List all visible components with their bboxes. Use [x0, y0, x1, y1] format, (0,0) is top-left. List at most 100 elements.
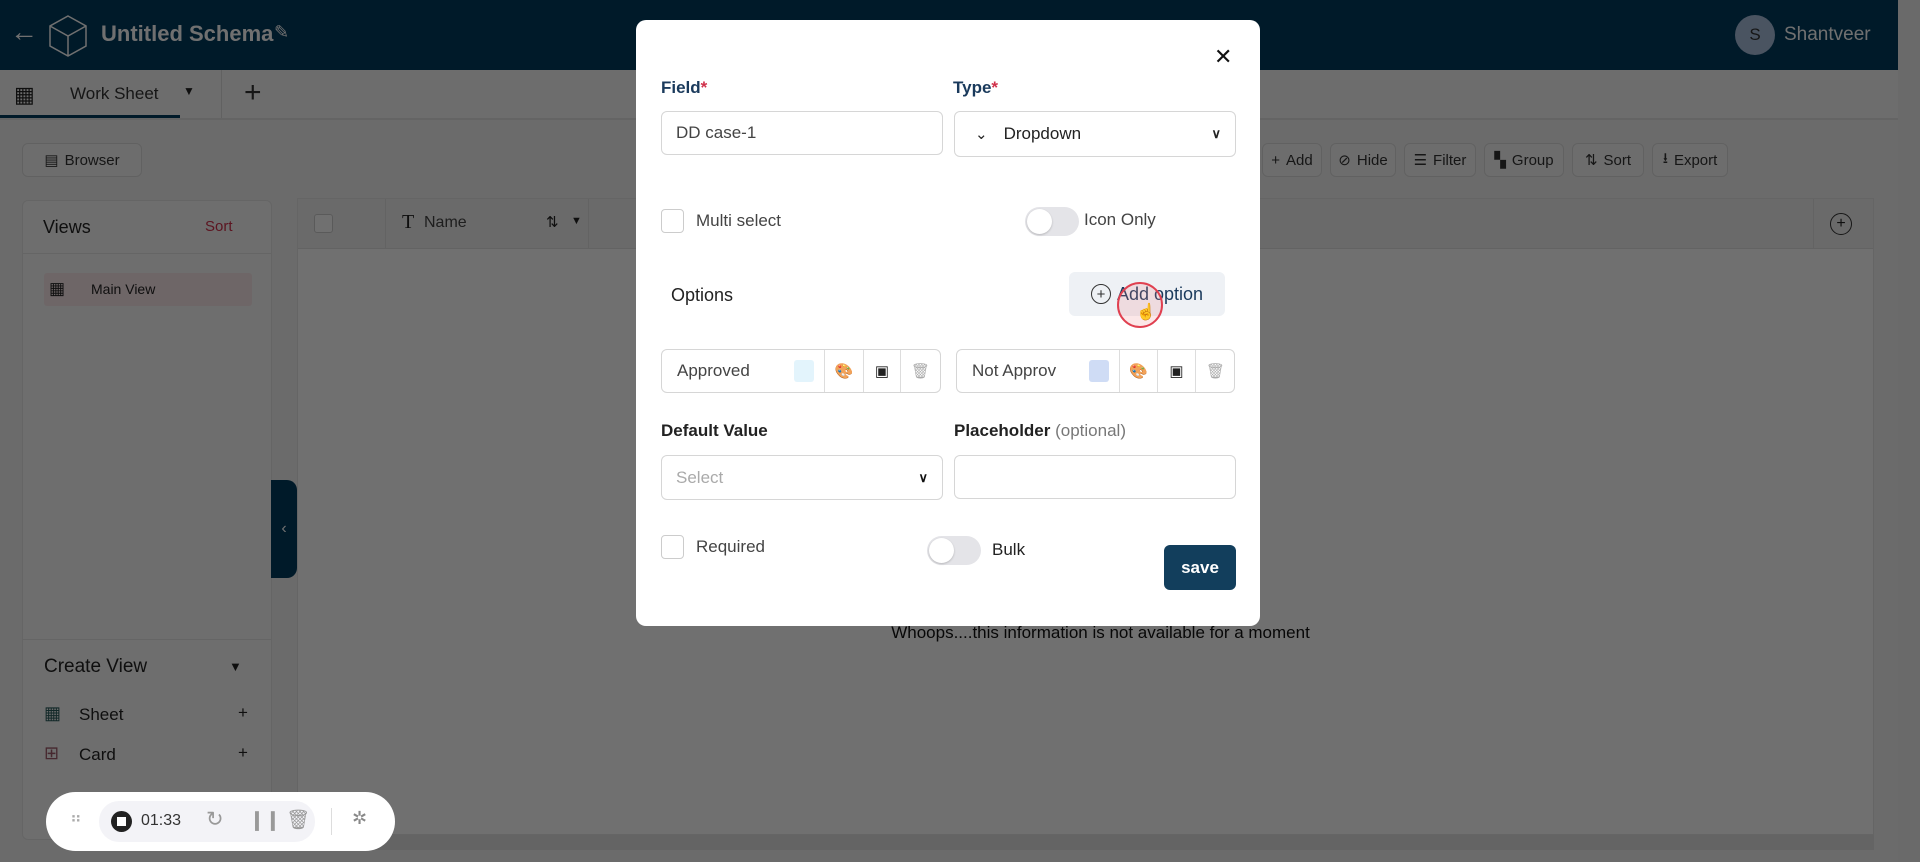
chevron-down-icon[interactable]: ▼ — [183, 84, 195, 98]
add-tab-button[interactable]: + — [244, 76, 262, 110]
grid-icon: ▦ — [49, 279, 66, 298]
option-label[interactable]: Not Approv — [972, 361, 1056, 381]
text-type-icon: T — [402, 211, 415, 233]
browser-label: Browser — [64, 151, 120, 169]
vertical-scrollbar[interactable] — [1898, 0, 1920, 862]
image-icon[interactable]: ▣ — [1157, 350, 1195, 392]
placeholder-input[interactable] — [954, 455, 1236, 499]
avatar[interactable]: S — [1735, 15, 1775, 55]
back-arrow-icon[interactable]: ← — [10, 16, 38, 48]
add-option-button[interactable]: + Add option — [1069, 272, 1225, 316]
add-button[interactable]: + Add — [1262, 143, 1322, 177]
type-select[interactable]: ⌄ Dropdown ∨ — [954, 111, 1236, 157]
palette-icon[interactable]: 🎨 — [824, 350, 863, 392]
bulk-label: Bulk — [992, 540, 1026, 559]
chevron-down-icon: ∨ — [1211, 126, 1221, 141]
restart-icon[interactable]: ↻ — [206, 807, 224, 832]
icon-only-label: Icon Only — [1084, 210, 1156, 229]
logo-icon — [49, 15, 87, 57]
image-icon[interactable]: ▣ — [863, 350, 900, 392]
filter-button[interactable]: ☰ Filter — [1404, 143, 1476, 177]
option-color-swatch[interactable] — [794, 360, 814, 382]
type-value: Dropdown — [1003, 124, 1082, 143]
views-title: Views — [43, 217, 91, 237]
browser-button[interactable]: ▤ Browser — [22, 143, 142, 177]
grid-icon: ▦ — [44, 703, 62, 723]
create-view-label: Sheet — [79, 705, 124, 724]
select-all-checkbox[interactable] — [314, 214, 333, 233]
recorder-toolbar: ⠶ 01:33 ↻ ❙❙ 🗑 ✲ — [46, 792, 395, 851]
plus-icon[interactable]: + — [238, 743, 248, 763]
sort-icon[interactable]: ⇅ — [546, 213, 559, 231]
icon-only-toggle[interactable] — [1025, 207, 1079, 236]
palette-icon[interactable]: 🎨 — [1119, 350, 1157, 392]
option-label[interactable]: Approved — [677, 361, 750, 381]
card-grid-icon: ⊞ — [44, 743, 60, 763]
divider — [588, 199, 589, 249]
trash-icon[interactable]: 🗑 — [286, 808, 310, 832]
close-icon[interactable]: ✕ — [1214, 44, 1232, 70]
pause-icon[interactable]: ❙❙ — [249, 809, 281, 832]
divider — [331, 808, 332, 835]
required-mark: * — [700, 78, 708, 97]
add-column-button[interactable]: + — [1830, 213, 1852, 235]
option-color-swatch[interactable] — [1089, 360, 1109, 382]
export-button[interactable]: ⭳ Export — [1652, 143, 1728, 177]
hide-label: Hide — [1356, 151, 1388, 169]
option-row: Not Approv 🎨 ▣ 🗑 — [956, 349, 1235, 393]
divider — [23, 253, 271, 254]
column-header-name[interactable]: Name — [424, 214, 467, 232]
filter-icon: ☰ — [1413, 152, 1428, 169]
view-item-label: Main View — [91, 281, 156, 297]
create-view-label: Card — [79, 745, 116, 764]
drag-handle-icon[interactable]: ⠶ — [70, 808, 82, 828]
required-mark: * — [991, 78, 999, 97]
save-button[interactable]: save — [1164, 545, 1236, 590]
user-name[interactable]: Shantveer — [1784, 24, 1871, 46]
option-row: Approved 🎨 ▣ 🗑 — [661, 349, 941, 393]
multi-select-checkbox[interactable] — [661, 209, 684, 233]
horizontal-scrollbar[interactable] — [297, 835, 1874, 850]
schema-title: Untitled Schema — [101, 21, 274, 46]
field-name-input[interactable]: DD case-1 — [661, 111, 943, 155]
stop-icon[interactable] — [111, 811, 132, 832]
default-value-select[interactable]: Select ∨ — [661, 455, 943, 500]
views-panel: Views Sort ▦ Main View Create View ▼ ▦ S… — [22, 200, 272, 840]
trash-icon[interactable]: 🗑 — [900, 350, 940, 392]
plus-icon[interactable]: + — [238, 703, 248, 723]
dropdown-type-icon: ⌄ — [975, 126, 988, 143]
sort-icon: ⇅ — [1584, 152, 1598, 169]
hide-button[interactable]: ⊘ Hide — [1330, 143, 1396, 177]
view-item-main-view[interactable]: ▦ Main View — [44, 273, 252, 306]
group-button[interactable]: ▚ Group — [1484, 143, 1564, 177]
plus-circle-icon: + — [1090, 284, 1111, 304]
options-label: Options — [671, 285, 734, 305]
create-view-sheet[interactable]: ▦ Sheet + — [44, 703, 254, 729]
create-view-card[interactable]: ⊞ Card + — [44, 743, 254, 769]
divider — [1813, 199, 1814, 249]
divider — [385, 199, 386, 249]
field-name-value: DD case-1 — [676, 123, 757, 142]
grid-icon: ▦ — [14, 82, 35, 107]
tab-work-sheet[interactable]: ▦ Work Sheet ▼ — [0, 70, 195, 118]
edit-pencil-icon[interactable]: ✎ — [274, 22, 289, 43]
required-checkbox[interactable] — [661, 535, 684, 559]
default-value-placeholder: Select — [676, 467, 724, 487]
multi-select-label: Multi select — [696, 211, 782, 230]
field-label-text: Field — [661, 78, 701, 97]
chevron-down-icon: ∨ — [918, 469, 928, 485]
cursor-highlight-icon[interactable]: ✲ — [352, 808, 367, 829]
sort-button[interactable]: ⇅ Sort — [1572, 143, 1644, 177]
empty-message: Whoops....this information is not availa… — [891, 623, 1310, 642]
optional-hint: (optional) — [1055, 421, 1126, 440]
plus-icon: + — [1271, 151, 1281, 169]
chevron-down-icon[interactable]: ▼ — [229, 659, 242, 674]
sort-label: Sort — [1603, 151, 1632, 169]
trash-icon[interactable]: 🗑 — [1195, 350, 1235, 392]
eye-off-icon: ⊘ — [1338, 152, 1351, 169]
views-sort-button[interactable]: Sort — [205, 218, 233, 235]
bulk-toggle[interactable] — [927, 536, 981, 565]
chevron-down-icon[interactable]: ▼ — [571, 215, 582, 227]
required-label: Required — [696, 537, 765, 556]
collapse-sidebar-button[interactable]: ‹ — [271, 480, 297, 578]
